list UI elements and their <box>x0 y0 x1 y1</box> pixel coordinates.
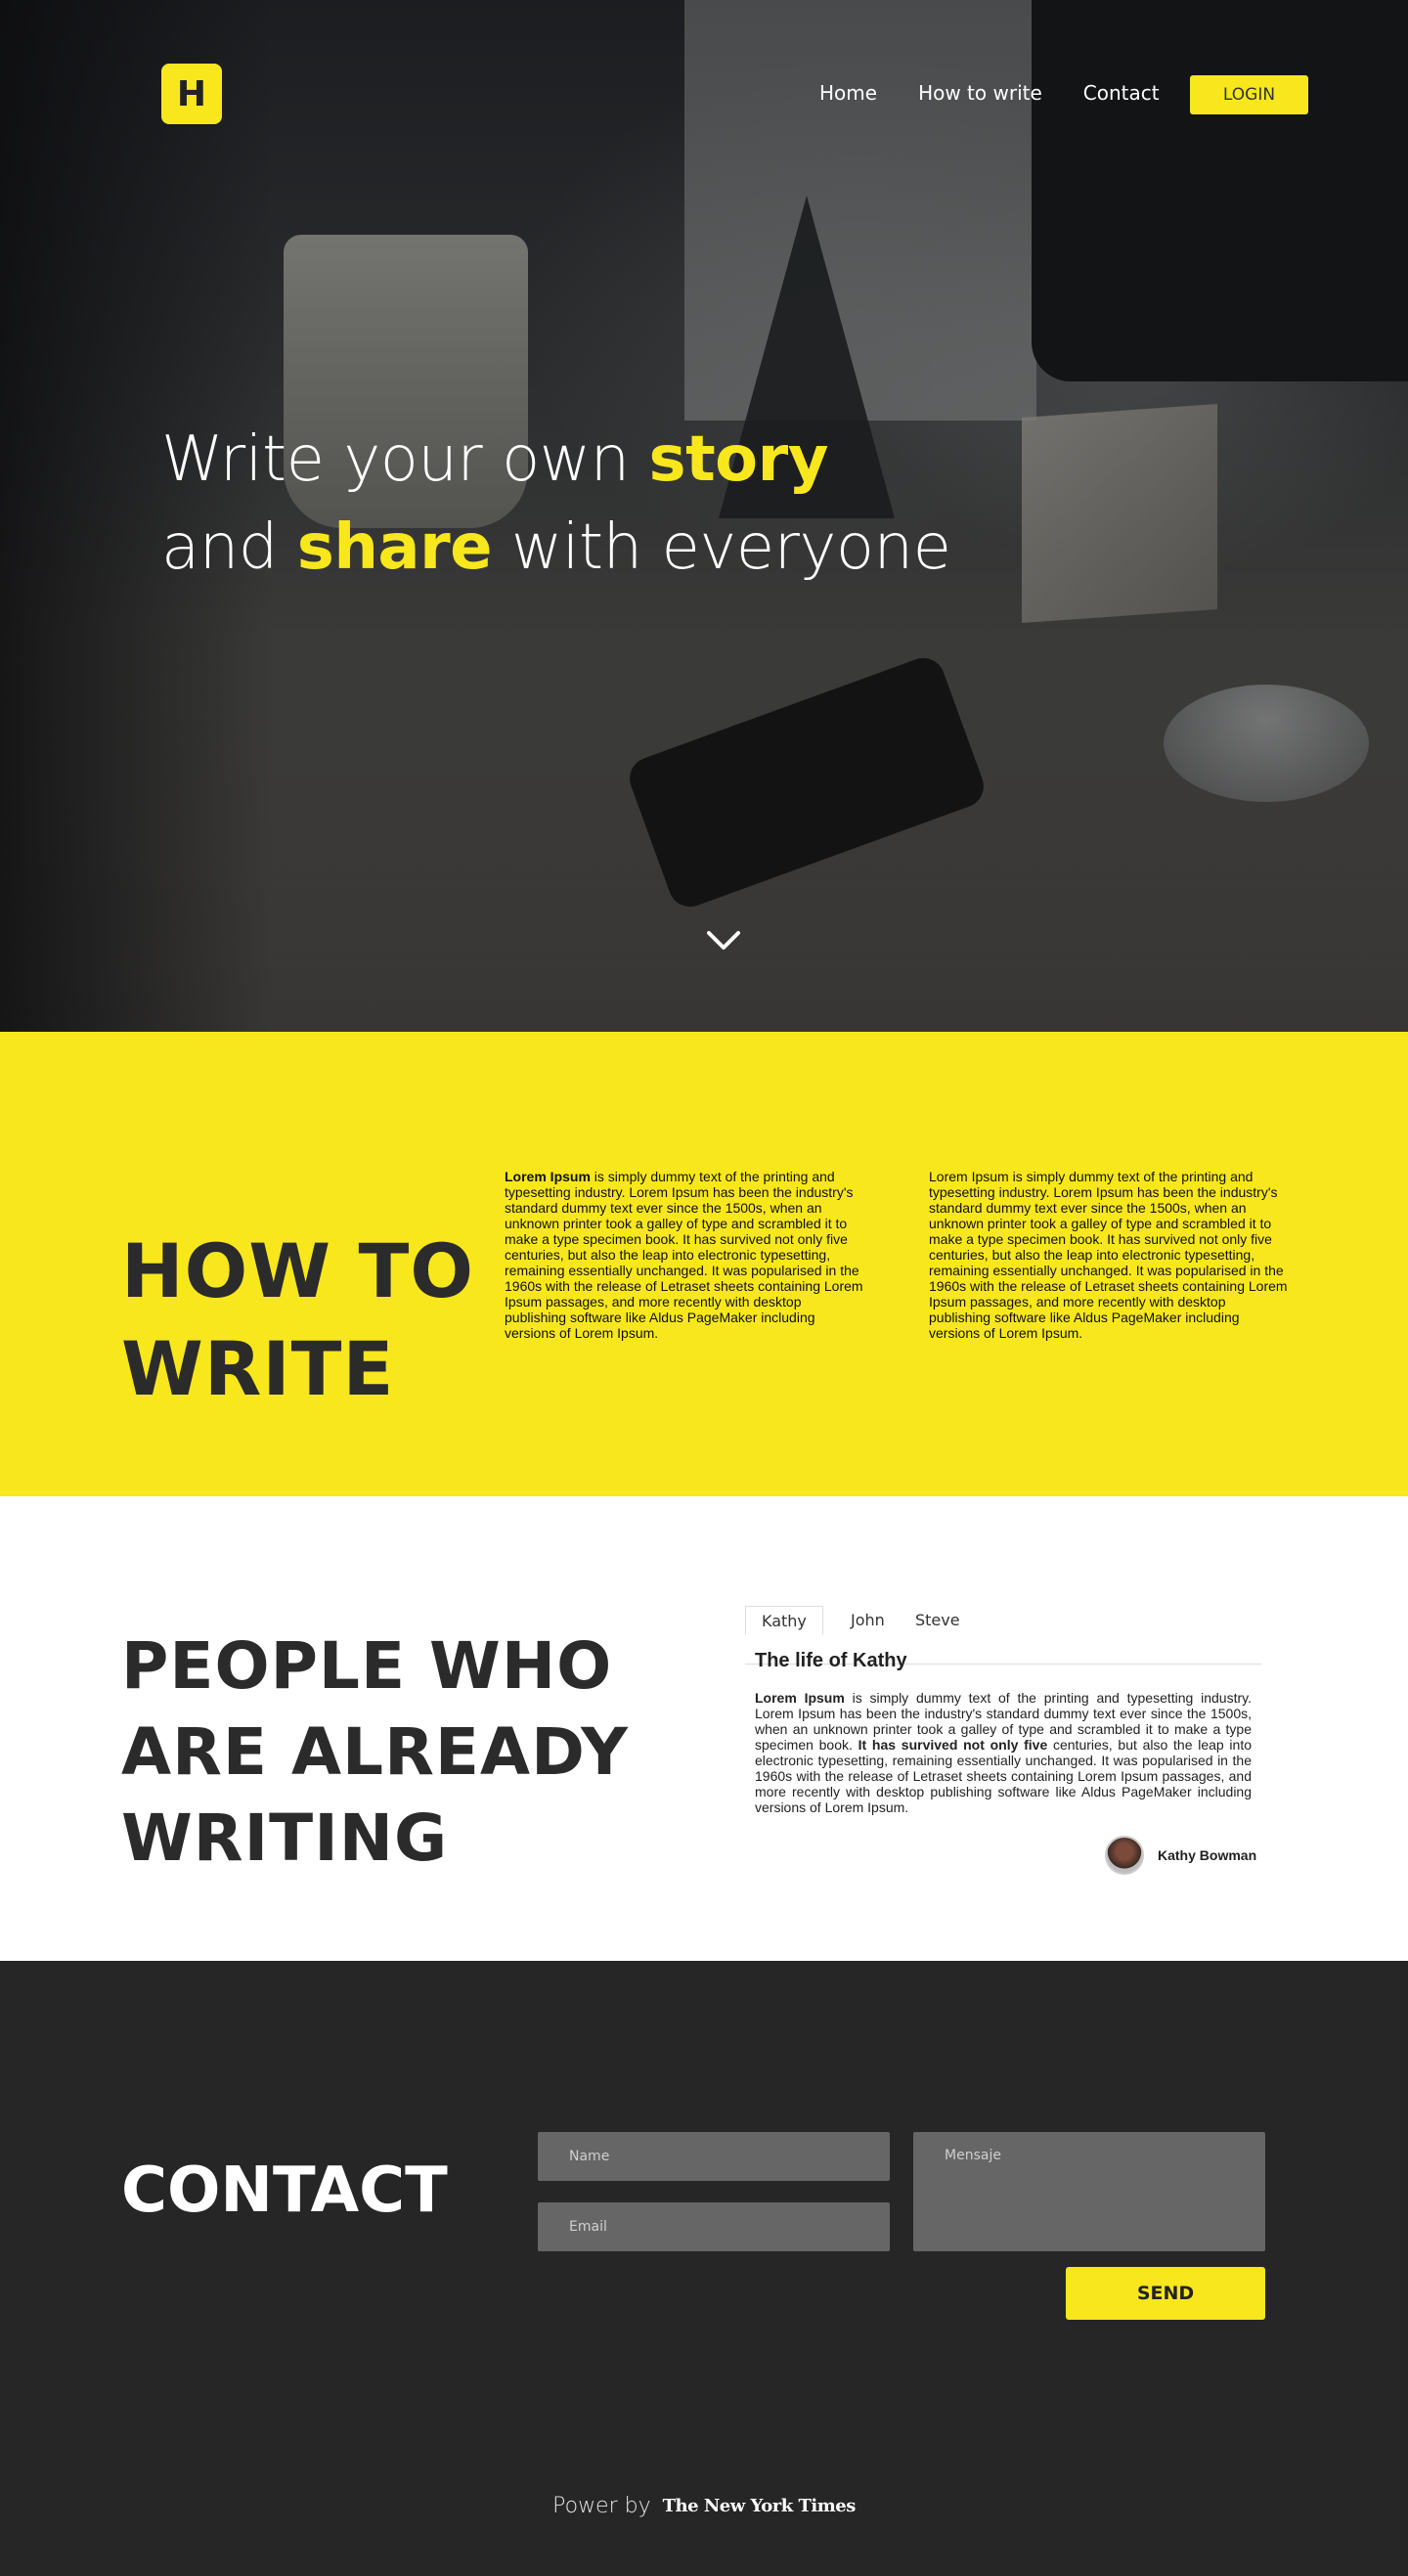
hero-background-cube <box>1022 404 1217 623</box>
tab-john[interactable]: John <box>835 1606 901 1635</box>
nyt-logo[interactable]: The New York Times <box>663 2496 857 2516</box>
story-bold-1: Lorem Ipsum <box>755 1690 845 1706</box>
how-to-write-section: HOW TO WRITE Lorem Ipsum is simply dummy… <box>0 1032 1408 1496</box>
people-title-line2: ARE ALREADY <box>121 1714 629 1790</box>
how-title-line1: HOW TO <box>121 1227 474 1314</box>
send-button[interactable]: SEND <box>1066 2267 1265 2320</box>
name-input[interactable] <box>538 2132 890 2181</box>
tab-steve[interactable]: Steve <box>900 1606 976 1635</box>
story-bold-2: It has survived not only five <box>858 1737 1048 1753</box>
story-text: Lorem Ipsum is simply dummy text of the … <box>755 1690 1252 1815</box>
story-title: The life of Kathy <box>755 1650 907 1671</box>
how-col1-bold: Lorem Ipsum <box>505 1169 591 1184</box>
how-to-write-text-col1: Lorem Ipsum is simply dummy text of the … <box>505 1169 866 1341</box>
nav-home-link[interactable]: Home <box>819 81 877 105</box>
headline-line2-suffix: with everyone <box>492 511 951 584</box>
footer-credit: Power by The New York Times <box>0 2494 1408 2518</box>
hero-background-mouse <box>1164 685 1369 802</box>
email-input[interactable] <box>538 2202 890 2251</box>
hero-section: H Home How to write Contact LOGIN Write … <box>0 0 1408 1032</box>
headline-highlight-share: share <box>296 511 493 584</box>
how-col1-body: is simply dummy text of the printing and… <box>505 1169 863 1341</box>
message-textarea[interactable] <box>913 2132 1265 2251</box>
contact-title: CONTACT <box>121 2154 448 2227</box>
hero-headline: Write your own story and share with ever… <box>161 416 951 592</box>
tab-kathy[interactable]: Kathy <box>745 1606 823 1635</box>
story-author: Kathy Bowman <box>1105 1836 1256 1875</box>
author-name: Kathy Bowman <box>1158 1847 1257 1863</box>
how-to-write-text-col2: Lorem Ipsum is simply dummy text of the … <box>929 1169 1288 1341</box>
nav-how-to-write-link[interactable]: How to write <box>918 81 1042 105</box>
people-section: PEOPLE WHO ARE ALREADY WRITING Kathy Joh… <box>0 1496 1408 1961</box>
headline-line2-prefix: and <box>161 511 297 584</box>
how-title-line2: WRITE <box>121 1325 395 1412</box>
contact-section: CONTACT SEND Power by The New York Times <box>0 1961 1408 2576</box>
headline-line1-prefix: Write your own <box>161 423 649 496</box>
how-to-write-title: HOW TO WRITE <box>121 1222 474 1418</box>
avatar <box>1105 1836 1144 1875</box>
people-title-line1: PEOPLE WHO <box>121 1628 613 1704</box>
logo-letter: H <box>176 73 207 114</box>
site-logo[interactable]: H <box>161 64 222 124</box>
power-by-label: Power by <box>552 2494 651 2518</box>
people-title: PEOPLE WHO ARE ALREADY WRITING <box>121 1623 629 1882</box>
headline-highlight-story: story <box>648 423 828 496</box>
hero-background-monitor <box>1032 0 1408 381</box>
nav-contact-link[interactable]: Contact <box>1083 81 1160 105</box>
chevron-down-icon[interactable] <box>706 929 741 953</box>
main-nav: Home How to write Contact <box>819 81 1201 105</box>
people-title-line3: WRITING <box>121 1800 449 1876</box>
login-button[interactable]: LOGIN <box>1190 75 1308 114</box>
tab-panel-kathy: The life of Kathy Lorem Ipsum is simply … <box>755 1650 1252 1815</box>
